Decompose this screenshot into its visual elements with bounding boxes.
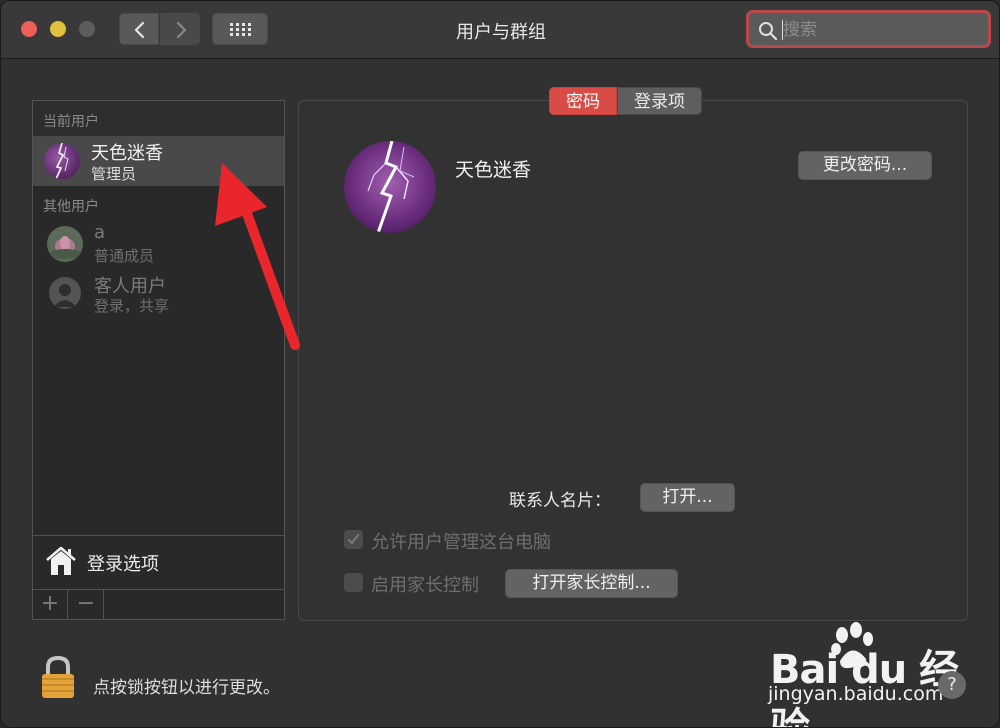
open-parental-controls-button[interactable]: 打开家长控制... (505, 569, 678, 598)
open-contact-button[interactable]: 打开... (640, 483, 735, 512)
guest-user-role: 登录，共享 (94, 297, 170, 315)
current-users-header: 当前用户 (33, 101, 284, 136)
selected-user-name: 天色迷香 (455, 159, 532, 181)
guest-avatar-icon (49, 277, 81, 309)
user-list-sidebar: 当前用户 天色迷香 管理员 其他用户 a 普通成员 客人用户 登录，共享 登录选… (32, 100, 285, 620)
user-row-guest[interactable]: 客人用户 登录，共享 (33, 269, 284, 319)
current-users-label: 当前用户 (43, 114, 99, 130)
search-field[interactable] (746, 10, 991, 48)
search-input[interactable] (783, 18, 973, 42)
current-user-role: 管理员 (91, 165, 137, 183)
house-icon (46, 546, 76, 575)
lightning-avatar (44, 143, 80, 179)
allow-admin-checkbox[interactable] (344, 530, 363, 549)
login-options-item[interactable]: 登录选项 (33, 535, 284, 589)
checkmark-icon (348, 534, 359, 544)
sidebar-button-bar: + − (33, 589, 284, 619)
add-user-button[interactable]: + (33, 590, 68, 619)
lock-hint-text: 点按锁按钮以进行更改。 (93, 678, 280, 698)
lock-icon[interactable] (39, 655, 77, 704)
tab-login-items[interactable]: 登录项 (617, 87, 702, 115)
tab-bar: 密码 登录项 (549, 87, 702, 115)
change-password-button[interactable]: 更改密码... (798, 151, 932, 180)
lotus-avatar (47, 226, 83, 262)
other-users-label: 其他用户 (43, 199, 99, 215)
tab-password[interactable]: 密码 (549, 87, 617, 115)
login-options-label: 登录选项 (87, 554, 159, 575)
allow-admin-label: 允许用户管理这台电脑 (371, 532, 551, 553)
user-avatar-large[interactable] (344, 141, 436, 233)
remove-user-button[interactable]: − (69, 590, 104, 619)
user-row-a[interactable]: a 普通成员 (33, 219, 284, 269)
watermark-url: jingyan.baidu.com (768, 683, 944, 705)
contact-card-label: 联系人名片： (509, 491, 611, 511)
user-a-role: 普通成员 (94, 247, 155, 265)
baidu-jingyan-watermark: Bai du 经验 jingyan.baidu.com (766, 621, 996, 727)
parental-controls-label: 启用家长控制 (371, 575, 479, 596)
search-icon (759, 22, 778, 41)
parental-controls-checkbox[interactable] (344, 573, 363, 592)
current-user-name: 天色迷香 (91, 143, 163, 164)
help-button[interactable]: ? (938, 671, 966, 699)
title-bar: 用户与群组 (1, 1, 999, 59)
user-a-name: a (94, 222, 106, 243)
users-groups-window: 用户与群组 当前用户 天色迷香 管理员 其他用户 (0, 0, 1000, 728)
user-row-current[interactable]: 天色迷香 管理员 (33, 136, 284, 186)
